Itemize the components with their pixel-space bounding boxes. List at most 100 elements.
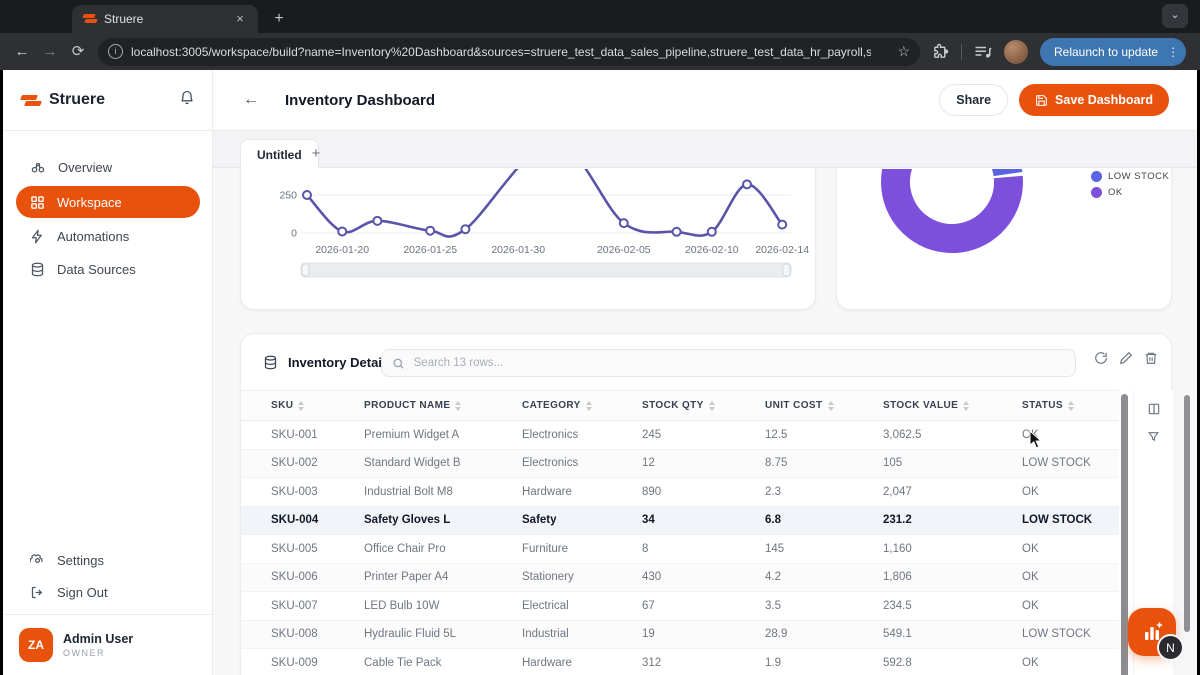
table-cell: LED Bulb 10W — [364, 599, 440, 612]
page-scrollbar[interactable] — [1184, 395, 1190, 632]
bookmark-star-icon[interactable]: ☆ — [897, 43, 910, 60]
table-cell: Safety Gloves L — [364, 514, 451, 527]
refresh-icon[interactable] — [1089, 346, 1113, 370]
tab-list-chevron-icon[interactable]: ⌄ — [1162, 4, 1188, 28]
forward-nav-icon[interactable]: → — [36, 38, 64, 66]
table-row[interactable]: SKU-009 Cable Tie Pack Hardware 312 1.9 592.8… — [241, 649, 1119, 675]
sidebar-item-label: Sign Out — [57, 584, 108, 600]
svg-text:2026-01-30: 2026-01-30 — [491, 244, 545, 256]
avatar: ZA — [19, 628, 53, 662]
add-tab-button[interactable]: + — [305, 143, 327, 165]
back-arrow-icon[interactable]: ← — [243, 91, 259, 109]
table-row[interactable]: SKU-001 Premium Widget A Electronics 245 12.… — [241, 421, 1119, 450]
sort-icon[interactable] — [455, 400, 462, 411]
table-cell: 312 — [642, 656, 662, 669]
svg-text:2026-01-20: 2026-01-20 — [315, 244, 369, 256]
page-title: Inventory Dashboard — [285, 91, 436, 109]
column-header[interactable]: STOCK QTY — [642, 400, 765, 411]
share-button[interactable]: Share — [939, 84, 1009, 116]
columns-icon[interactable] — [1147, 402, 1161, 416]
table-cell: 19 — [642, 628, 655, 641]
sidebar-item-label: Overview — [58, 159, 113, 175]
table-row[interactable]: SKU-005 Office Chair Pro Furniture 8 145 1,16… — [241, 535, 1119, 564]
table-cell: SKU-001 — [271, 428, 318, 441]
table-cell: Hydraulic Fluid 5L — [364, 628, 457, 641]
column-header[interactable]: STOCK VALUE — [883, 400, 1022, 411]
table-cell: OK — [1022, 542, 1039, 555]
table-cell: 6.8 — [765, 514, 781, 527]
donut-chart-card: LOW STOCK OK — [836, 168, 1172, 310]
svg-text:0: 0 — [291, 228, 297, 240]
svg-text:2026-02-10: 2026-02-10 — [685, 244, 739, 256]
column-header[interactable]: SKU — [271, 400, 364, 411]
table-row[interactable]: SKU-006 Printer Paper A4 Stationery 430 4.2 1… — [241, 563, 1119, 592]
sidebar-item-label: Automations — [57, 228, 130, 244]
edit-icon[interactable] — [1114, 346, 1138, 370]
browser-toolbar: ← → ⟳ i localhost:3005/workspace/build?n… — [0, 33, 1200, 70]
sidebar-item-label: Data Sources — [57, 261, 136, 277]
table-row[interactable]: SKU-007 LED Bulb 10W Electrical 67 3.5 234.5 O… — [241, 592, 1119, 621]
line-chart-card: 250 0 2026-01-20 2026-01-25 2026-01-30 2026-0… — [240, 168, 816, 310]
delete-icon[interactable] — [1139, 346, 1163, 370]
extensions-icon[interactable] — [932, 43, 949, 60]
table-cell: 12.5 — [765, 428, 788, 441]
media-controls-icon[interactable] — [974, 44, 992, 60]
table-row[interactable]: SKU-004 Safety Gloves L Safety 34 6.8 231.2 LO… — [241, 506, 1119, 535]
back-nav-icon[interactable]: ← — [8, 38, 36, 66]
tab-close-icon[interactable]: × — [232, 11, 248, 27]
save-dashboard-button[interactable]: Save Dashboard — [1019, 84, 1169, 116]
table-row[interactable]: SKU-008 Hydraulic Fluid 5L Industrial 19 28.… — [241, 620, 1119, 649]
table-scrollbar[interactable] — [1121, 394, 1128, 675]
sidebar-item-settings[interactable]: Settings — [16, 544, 200, 576]
sort-icon[interactable] — [827, 400, 834, 411]
column-header[interactable]: CATEGORY — [522, 400, 642, 411]
table-cell: Office Chair Pro — [364, 542, 446, 555]
sidebar-item-data-sources[interactable]: Data Sources — [16, 253, 200, 285]
sort-icon[interactable] — [963, 400, 970, 411]
table-cell: SKU-006 — [271, 571, 318, 584]
svg-text:2026-02-05: 2026-02-05 — [597, 244, 651, 256]
new-tab-button[interactable]: + — [268, 8, 290, 30]
sort-icon[interactable] — [298, 400, 305, 411]
sort-icon[interactable] — [1067, 400, 1074, 411]
table-cell: 2.3 — [765, 485, 781, 498]
browser-profile-avatar[interactable] — [1004, 39, 1028, 64]
table-cell: SKU-004 — [271, 514, 319, 527]
address-bar[interactable]: i localhost:3005/workspace/build?name=In… — [98, 37, 920, 66]
table-cell: SKU-005 — [271, 542, 318, 555]
table-cell: 2,047 — [883, 485, 912, 498]
search-icon — [393, 358, 404, 369]
sort-icon[interactable] — [585, 400, 592, 411]
table-cell: SKU-007 — [271, 599, 318, 612]
struere-favicon — [82, 12, 98, 26]
sidebar-item-automations[interactable]: Automations — [16, 220, 200, 252]
table-row[interactable]: SKU-002 Standard Widget B Electronics 12 8.7… — [241, 449, 1119, 478]
column-header[interactable]: STATUS — [1022, 400, 1119, 411]
sort-icon[interactable] — [708, 400, 715, 411]
notifications-bell-icon[interactable] — [179, 89, 195, 111]
table-search[interactable] — [381, 349, 1076, 377]
line-chart[interactable]: 250 0 2026-01-20 2026-01-25 2026-01-30 2026-0… — [241, 169, 817, 311]
user-profile[interactable]: ZA Admin User OWNER — [19, 628, 133, 662]
reload-icon[interactable]: ⟳ — [64, 38, 92, 66]
table-cell: Industrial Bolt M8 — [364, 485, 453, 498]
table-cell: SKU-003 — [271, 485, 318, 498]
relaunch-button[interactable]: Relaunch to update ⋮ — [1040, 37, 1187, 66]
sidebar-item-sign-out[interactable]: Sign Out — [16, 576, 200, 608]
sidebar-item-overview[interactable]: Overview — [16, 151, 200, 183]
browser-menu-icon[interactable]: ⋮ — [1166, 45, 1180, 59]
table-cell: 231.2 — [883, 514, 912, 527]
user-name: Admin User — [63, 632, 134, 646]
sidebar-item-workspace[interactable]: Workspace — [16, 186, 200, 218]
site-info-icon[interactable]: i — [108, 44, 123, 59]
table-database-icon — [263, 355, 278, 370]
table-cell: 890 — [642, 485, 662, 498]
filter-icon[interactable] — [1147, 430, 1160, 443]
browser-tab[interactable]: Struere × — [72, 5, 258, 33]
search-input[interactable] — [411, 356, 1065, 370]
main-area: ← Inventory Dashboard Share Save Dashboa… — [213, 70, 1197, 675]
column-header[interactable]: UNIT COST — [765, 400, 883, 411]
column-header[interactable]: PRODUCT NAME — [364, 400, 522, 411]
table-row[interactable]: SKU-003 Industrial Bolt M8 Hardware 890 2.3 2… — [241, 478, 1119, 507]
table-cell: 34 — [642, 514, 655, 527]
